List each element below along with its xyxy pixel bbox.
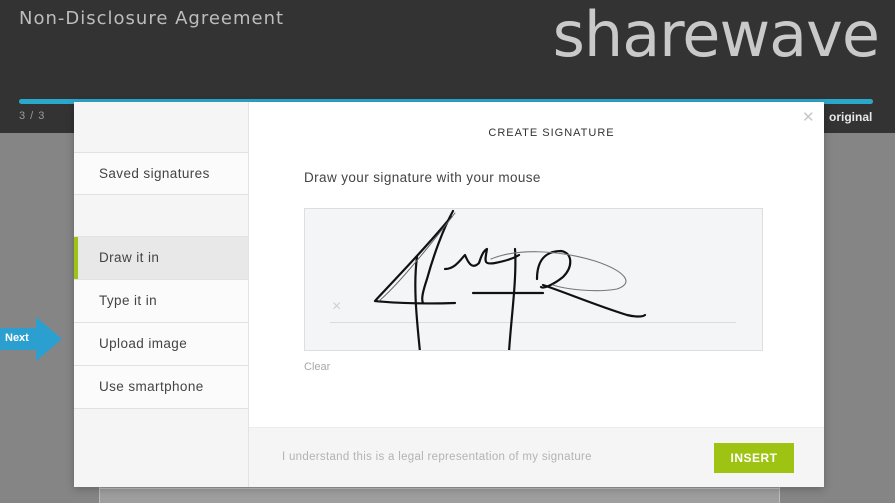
- sidebar-item-label: Upload image: [99, 336, 188, 351]
- sidebar-divider: [74, 408, 248, 409]
- signature-canvas[interactable]: ×: [304, 208, 763, 351]
- create-signature-modal: Saved signatures Draw it in Type it in U…: [74, 102, 824, 487]
- signature-instruction: Draw your signature with your mouse: [304, 170, 541, 185]
- sidebar-item-label: Draw it in: [99, 250, 160, 265]
- sidebar-item-saved-signatures[interactable]: Saved signatures: [74, 152, 248, 195]
- next-button[interactable]: Next: [0, 317, 62, 361]
- step-counter: 3 / 3: [19, 110, 46, 122]
- sidebar-item-upload-image[interactable]: Upload image: [74, 322, 248, 365]
- clear-signature-link[interactable]: Clear: [304, 361, 330, 373]
- sidebar-item-label: Use smartphone: [99, 379, 204, 394]
- sidebar-item-draw-it-in[interactable]: Draw it in: [74, 236, 248, 280]
- signature-method-sidebar: Saved signatures Draw it in Type it in U…: [74, 102, 249, 487]
- sidebar-item-label: Saved signatures: [99, 166, 210, 181]
- document-divider: [99, 488, 780, 489]
- insert-button[interactable]: INSERT: [714, 443, 794, 473]
- sidebar-item-type-it-in[interactable]: Type it in: [74, 279, 248, 322]
- next-label: Next: [5, 332, 29, 344]
- legal-disclaimer: I understand this is a legal representat…: [282, 451, 592, 463]
- document-title: Non-Disclosure Agreement: [19, 8, 285, 29]
- close-icon[interactable]: ✕: [802, 108, 815, 126]
- signature-strokes: [373, 209, 647, 350]
- brand-logo: sharewave: [552, 0, 880, 71]
- sidebar-item-use-smartphone[interactable]: Use smartphone: [74, 365, 248, 408]
- sidebar-item-label: Type it in: [99, 293, 158, 308]
- modal-footer: I understand this is a legal representat…: [249, 427, 824, 487]
- view-original-link[interactable]: original: [829, 110, 872, 124]
- modal-title: CREATE SIGNATURE: [488, 127, 615, 139]
